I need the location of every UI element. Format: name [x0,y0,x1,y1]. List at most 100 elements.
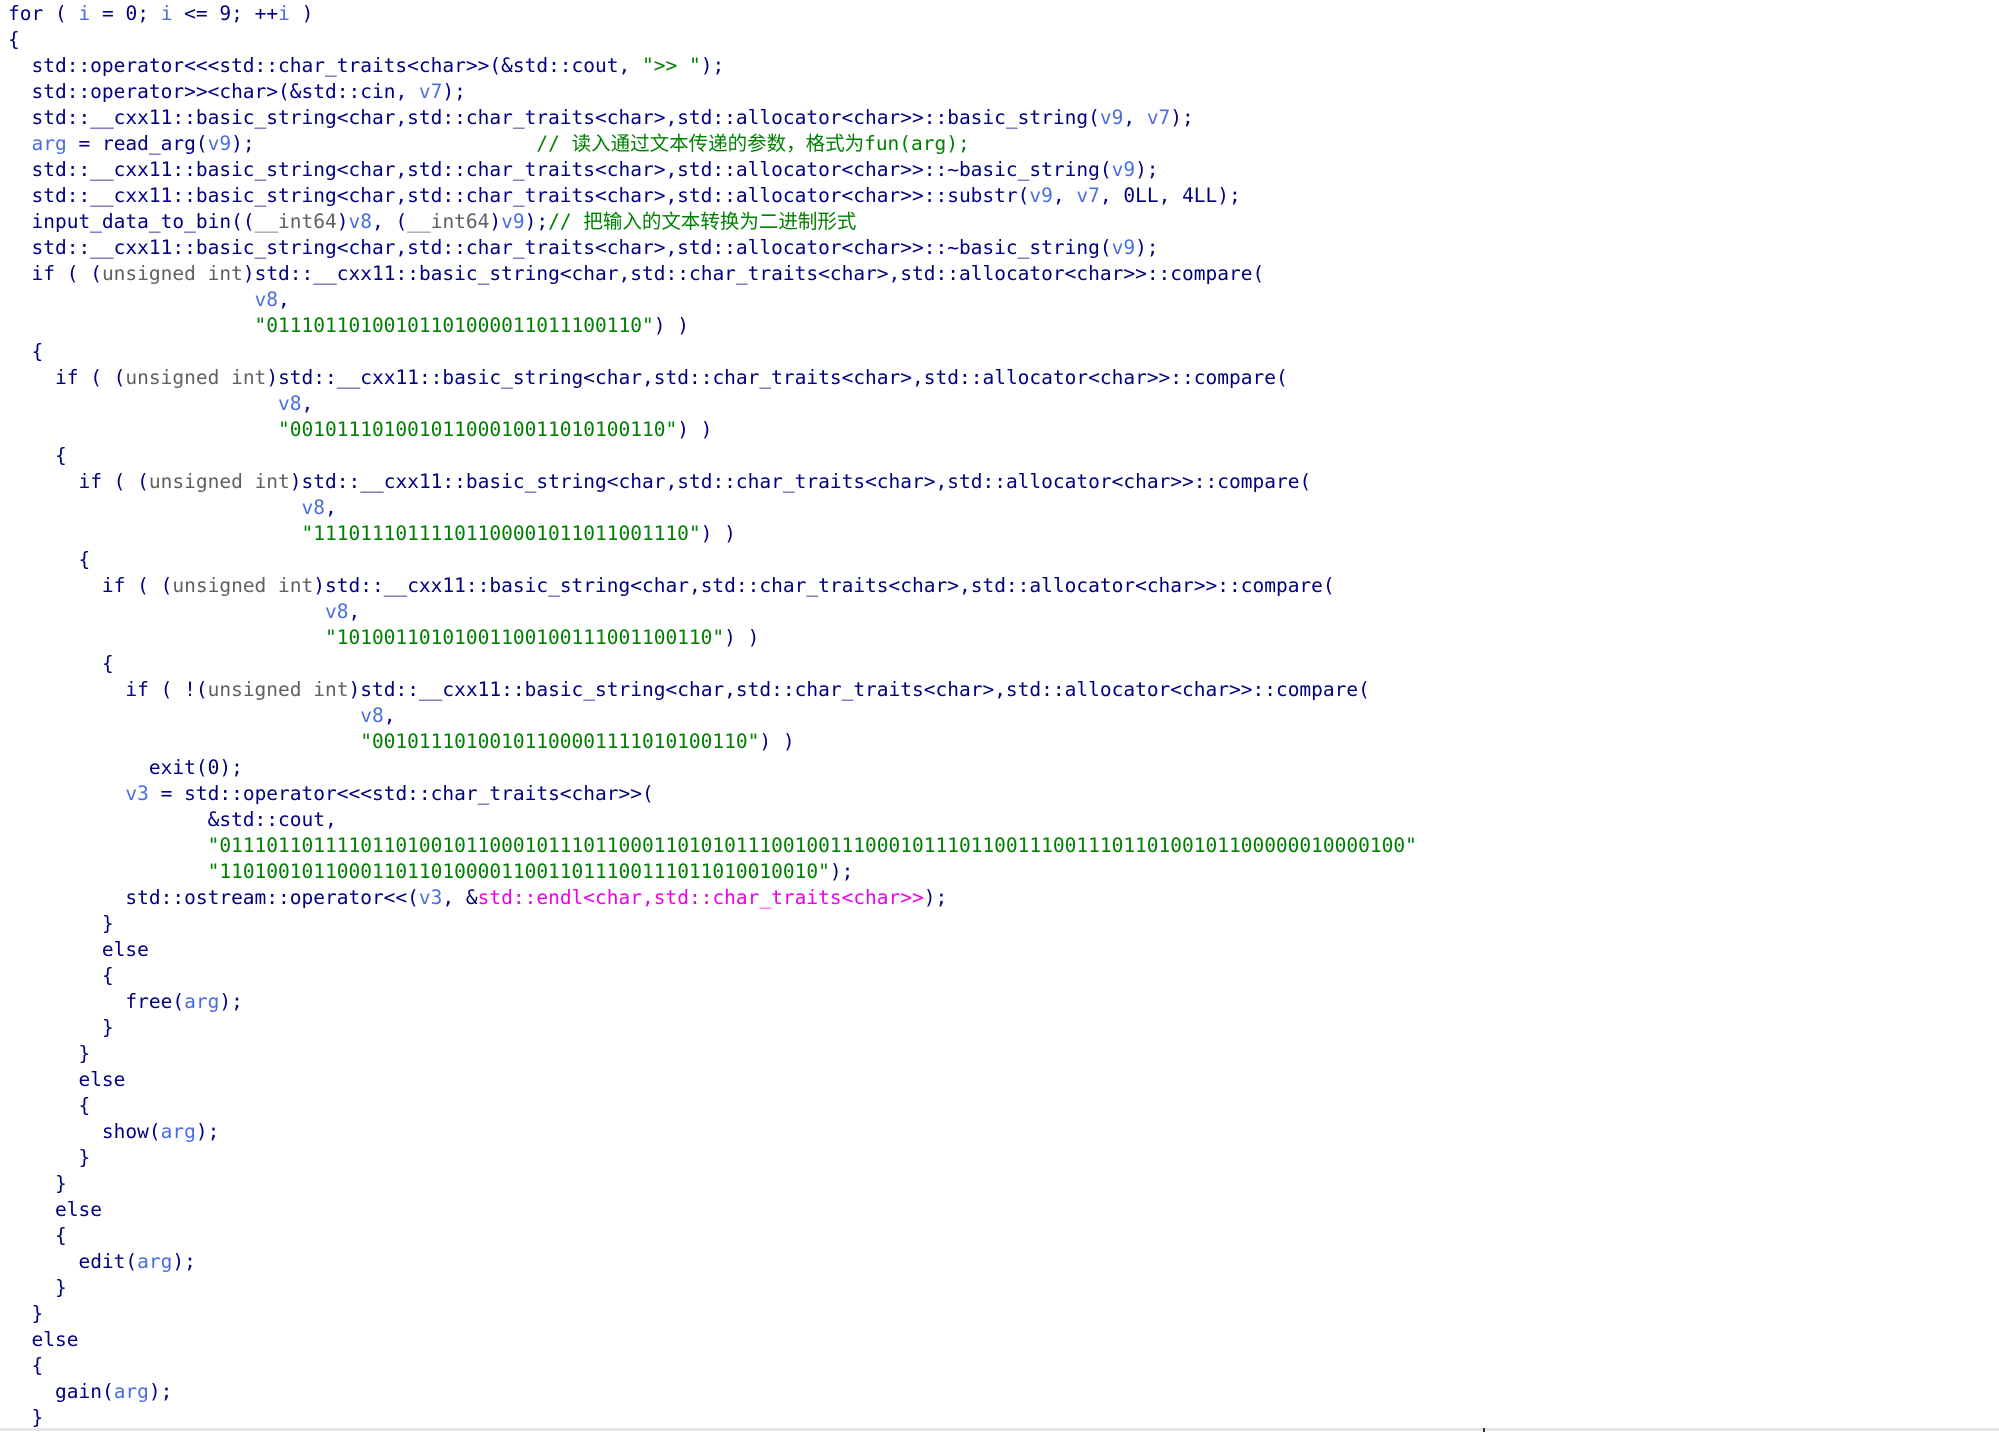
variable-ref[interactable]: v9 [501,210,524,233]
code-line[interactable]: } [8,1275,1417,1301]
identifier[interactable]: input_data_to_bin [31,210,231,233]
keyword[interactable]: else [102,938,149,961]
variable-ref[interactable]: v7 [419,80,442,103]
type-cast[interactable]: unsigned int [172,574,313,597]
code-line[interactable]: gain(arg); [8,1379,1417,1405]
code-line[interactable]: v8, [8,599,1417,625]
identifier[interactable]: edit [78,1250,125,1273]
variable-ref[interactable]: arg [114,1380,149,1403]
code-line[interactable]: std::ostream::operator<<(v3, &std::endl<… [8,885,1417,911]
variable-ref[interactable]: i [278,2,290,25]
variable-ref[interactable]: v8 [360,704,383,727]
variable-ref[interactable]: i [78,2,90,25]
variable-ref[interactable]: v9 [1112,236,1135,259]
identifier[interactable]: std::__cxx11::basic_string<char,std::cha… [360,678,1358,701]
code-line[interactable]: v8, [8,703,1417,729]
variable-ref[interactable]: i [161,2,173,25]
keyword[interactable]: if [31,262,54,285]
variable-ref[interactable]: v7 [1147,106,1170,129]
variable-ref[interactable]: v3 [125,782,148,805]
code-line[interactable]: else [8,1197,1417,1223]
code-line[interactable]: "11101110111101100001011011001110") ) [8,521,1417,547]
code-line[interactable]: { [8,339,1417,365]
code-line[interactable]: std::operator>><char>(&std::cin, v7); [8,79,1417,105]
code-line[interactable]: { [8,27,1417,53]
string-literal[interactable]: "00101110100101100001111010100110" [360,730,759,753]
type-cast[interactable]: __int64 [407,210,489,233]
code-line[interactable]: exit(0); [8,755,1417,781]
identifier[interactable]: gain [55,1380,102,1403]
code-line[interactable]: else [8,1067,1417,1093]
code-line[interactable]: for ( i = 0; i <= 9; ++i ) [8,1,1417,27]
identifier[interactable]: std::operator<<<std::char_traits<char>> [31,54,489,77]
type-cast[interactable]: unsigned int [125,366,266,389]
code-line[interactable]: if ( (unsigned int)std::__cxx11::basic_s… [8,469,1417,495]
code-line[interactable]: v8, [8,287,1417,313]
identifier[interactable]: free [125,990,172,1013]
identifier[interactable]: show [102,1120,149,1143]
number-literal[interactable]: 9 [219,2,231,25]
type-cast[interactable]: unsigned int [208,678,349,701]
code-line[interactable]: &std::cout, [8,807,1417,833]
variable-ref[interactable]: v8 [349,210,372,233]
comment[interactable]: // 把输入的文本转换为二进制形式 [548,210,856,233]
variable-ref[interactable]: arg [137,1250,172,1273]
identifier[interactable]: std::ostream::operator<< [125,886,407,909]
code-line[interactable]: if ( (unsigned int)std::__cxx11::basic_s… [8,365,1417,391]
identifier[interactable]: std::cin [302,80,396,103]
code-line[interactable]: } [8,1015,1417,1041]
identifier[interactable]: std::__cxx11::basic_string<char,std::cha… [255,262,1253,285]
variable-ref[interactable]: v9 [1112,158,1135,181]
imported-symbol[interactable]: std::endl<char,std::char_traits<char>> [478,886,924,909]
variable-ref[interactable]: v8 [255,288,278,311]
code-line[interactable]: } [8,1171,1417,1197]
variable-ref[interactable]: arg [161,1120,196,1143]
keyword[interactable]: for [8,2,43,25]
identifier[interactable]: std::__cxx11::basic_string<char,std::cha… [31,158,1099,181]
keyword[interactable]: if [125,678,148,701]
code-line[interactable]: "00101110100101100010011010100110") ) [8,417,1417,443]
code-line[interactable]: "10100110101001100100111001100110") ) [8,625,1417,651]
code-line[interactable]: "00101110100101100001111010100110") ) [8,729,1417,755]
string-literal[interactable]: ">> " [642,54,701,77]
string-literal[interactable]: "01110110100101101000011011100110" [255,314,654,337]
comment[interactable]: // 读入通过文本传递的参数，格式为fun(arg); [536,132,969,155]
variable-ref[interactable]: v7 [1076,184,1099,207]
variable-ref[interactable]: v8 [325,600,348,623]
identifier[interactable]: std::__cxx11::basic_string<char,std::cha… [278,366,1276,389]
code-line[interactable]: std::__cxx11::basic_string<char,std::cha… [8,157,1417,183]
variable-ref[interactable]: arg [31,132,66,155]
code-line[interactable]: v3 = std::operator<<<std::char_traits<ch… [8,781,1417,807]
variable-ref[interactable]: arg [184,990,219,1013]
code-line[interactable]: std::__cxx11::basic_string<char,std::cha… [8,183,1417,209]
code-line[interactable]: { [8,1223,1417,1249]
code-line[interactable]: } [8,911,1417,937]
number-literal[interactable]: 4LL [1182,184,1217,207]
keyword[interactable]: if [102,574,125,597]
type-cast[interactable]: unsigned int [149,470,290,493]
string-literal[interactable]: "11101110111101100001011011001110" [302,522,701,545]
code-line[interactable]: v8, [8,391,1417,417]
keyword[interactable]: if [55,366,78,389]
code-line[interactable]: { [8,651,1417,677]
code-line[interactable]: show(arg); [8,1119,1417,1145]
identifier[interactable]: std::__cxx11::basic_string<char,std::cha… [325,574,1323,597]
identifier[interactable]: std::__cxx11::basic_string<char,std::cha… [31,236,1099,259]
variable-ref[interactable]: v8 [302,496,325,519]
identifier[interactable]: std::__cxx11::basic_string<char,std::cha… [31,106,1088,129]
string-literal[interactable]: "00101110100101100010011010100110" [278,418,677,441]
keyword[interactable]: else [55,1198,102,1221]
code-line[interactable]: { [8,443,1417,469]
identifier[interactable]: std::operator>><char> [31,80,278,103]
code-line[interactable]: { [8,1353,1417,1379]
number-literal[interactable]: 0 [125,2,137,25]
variable-ref[interactable]: v8 [278,392,301,415]
code-line[interactable]: "110100101100011011010000110011011100111… [8,859,1417,885]
code-line[interactable]: edit(arg); [8,1249,1417,1275]
identifier[interactable]: std::__cxx11::basic_string<char,std::cha… [302,470,1300,493]
keyword[interactable]: else [78,1068,125,1091]
identifier[interactable]: std::operator<<<std::char_traits<char>> [184,782,642,805]
code-line[interactable]: "011101101111011010010110001011101100011… [8,833,1417,859]
string-literal[interactable]: "011101101111011010010110001011101100011… [208,834,1417,857]
code-line[interactable]: } [8,1145,1417,1171]
